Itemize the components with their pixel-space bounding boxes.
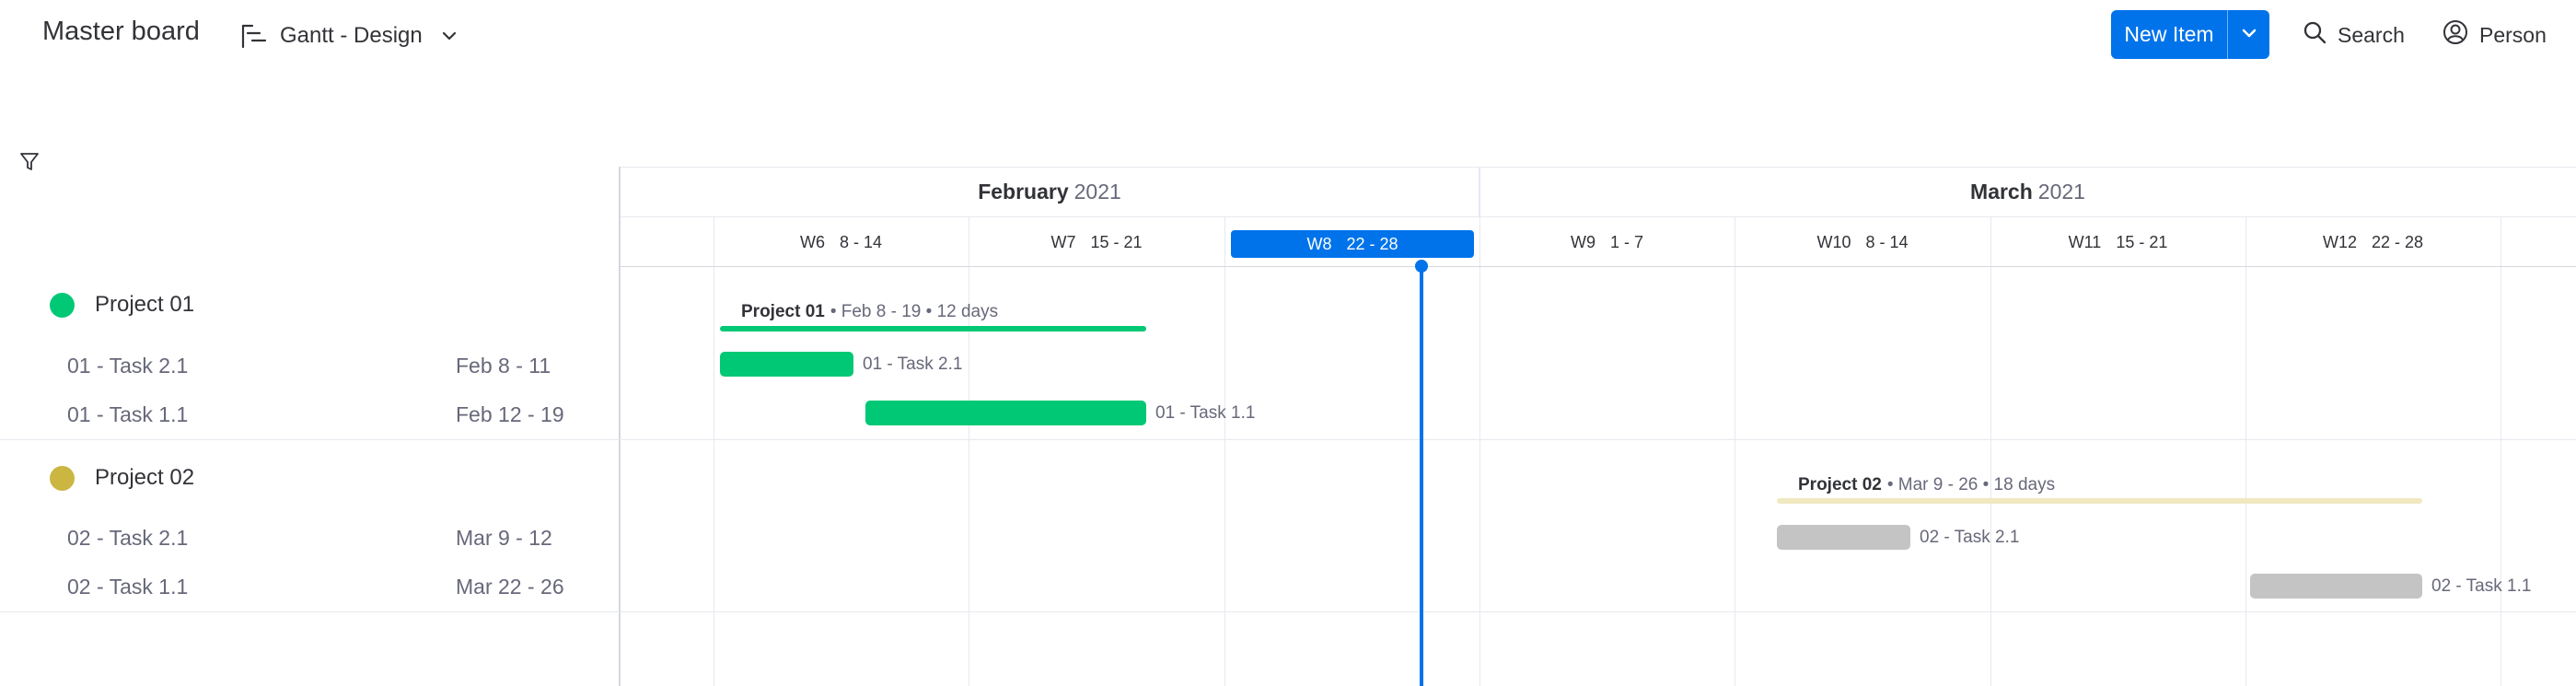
new-item-dropdown-button[interactable] bbox=[2228, 10, 2269, 59]
group-divider bbox=[0, 611, 621, 612]
month-cell: February 2021 bbox=[621, 167, 1479, 217]
chevron-down-icon[interactable] bbox=[441, 30, 458, 41]
group-divider bbox=[621, 611, 2576, 612]
task-name: 01 - Task 1.1 bbox=[67, 401, 189, 426]
view-name: Gantt - Design bbox=[280, 23, 423, 48]
week-number: W12 bbox=[2322, 232, 2357, 251]
week-range: 8 - 14 bbox=[1865, 232, 1909, 251]
week-range: 22 - 28 bbox=[1346, 234, 1398, 253]
list-item[interactable]: 02 - Task 2.1 Mar 9 - 12 bbox=[67, 522, 620, 553]
task-bar-label: 02 - Task 2.1 bbox=[1920, 527, 2020, 547]
task-name: 02 - Task 2.1 bbox=[67, 525, 189, 550]
group-divider bbox=[621, 439, 2576, 440]
week-cell: W11 15 - 21 bbox=[1990, 217, 2245, 267]
project-summary-dates: • Feb 8 - 19 • 12 days bbox=[830, 302, 999, 321]
project-summary-dates: • Mar 9 - 26 • 18 days bbox=[1886, 475, 2056, 494]
week-cell: W6 8 - 14 bbox=[714, 217, 969, 267]
week-cell: W7 15 - 21 bbox=[969, 217, 1224, 267]
list-item[interactable]: 01 - Task 1.1 Feb 12 - 19 bbox=[67, 399, 620, 430]
month-cell: March 2021 bbox=[1479, 167, 2576, 217]
week-number: W7 bbox=[1050, 232, 1076, 251]
month-year: 2021 bbox=[1073, 180, 1121, 203]
group-color-dot bbox=[50, 292, 75, 318]
project-summary-label: Project 02 • Mar 9 - 26 • 18 days bbox=[1798, 473, 2055, 497]
task-dates: Feb 12 - 19 bbox=[456, 401, 564, 426]
project-timeline-bar[interactable] bbox=[1777, 498, 2422, 504]
grid-line bbox=[1224, 217, 1225, 686]
task-bar-label: 01 - Task 2.1 bbox=[863, 354, 963, 374]
week-number: W6 bbox=[799, 232, 825, 251]
week-cell: W9 1 - 7 bbox=[1479, 217, 1735, 267]
week-range: 1 - 7 bbox=[1609, 232, 1644, 251]
project-summary-label: Project 01 • Feb 8 - 19 • 12 days bbox=[741, 300, 998, 324]
grid-line bbox=[2245, 217, 2246, 686]
today-marker-dot bbox=[1415, 260, 1428, 273]
task-bar-label: 02 - Task 1.1 bbox=[2431, 576, 2532, 596]
group-header-project-01[interactable]: Project 01 bbox=[50, 289, 194, 320]
person-icon bbox=[2443, 19, 2468, 51]
gantt-view-icon bbox=[241, 22, 267, 50]
gantt-timeline: February 2021 March 2021 W6 8 - 14 W7 15 -… bbox=[621, 167, 2576, 686]
month-name: February bbox=[978, 180, 1069, 203]
task-name: 01 - Task 2.1 bbox=[67, 353, 189, 378]
task-bar-label: 01 - Task 1.1 bbox=[1155, 402, 1256, 423]
gantt-item-list: Project 01 01 - Task 2.1 Feb 8 - 11 01 -… bbox=[0, 167, 621, 686]
group-name: Project 02 bbox=[95, 465, 195, 490]
week-cell: W12 22 - 28 bbox=[2245, 217, 2501, 267]
group-divider bbox=[0, 439, 621, 440]
week-cell-current: W8 22 - 28 bbox=[1231, 230, 1474, 258]
group-header-project-02[interactable]: Project 02 bbox=[50, 462, 194, 494]
grid-line bbox=[1990, 217, 1991, 686]
project-timeline-bar[interactable] bbox=[720, 326, 1146, 331]
person-label: Person bbox=[2479, 22, 2547, 47]
task-bar[interactable] bbox=[720, 352, 853, 377]
week-cell: W10 8 - 14 bbox=[1735, 217, 1990, 267]
today-marker-line bbox=[1420, 266, 1423, 686]
week-range: 8 - 14 bbox=[839, 232, 883, 251]
week-number: W9 bbox=[1570, 232, 1595, 251]
task-bar[interactable] bbox=[865, 401, 1146, 425]
month-header: February 2021 March 2021 bbox=[621, 167, 2576, 217]
week-number: W11 bbox=[2068, 232, 2102, 251]
group-name: Project 01 bbox=[95, 292, 195, 317]
group-color-dot bbox=[50, 465, 75, 491]
chevron-down-icon bbox=[2241, 27, 2257, 43]
person-filter-button[interactable]: Person bbox=[2443, 17, 2547, 52]
task-dates: Mar 9 - 12 bbox=[456, 525, 552, 550]
project-summary-name: Project 02 bbox=[1798, 475, 1882, 494]
task-name: 02 - Task 1.1 bbox=[67, 574, 189, 599]
list-item[interactable]: 02 - Task 1.1 Mar 22 - 26 bbox=[67, 571, 620, 602]
view-switcher[interactable]: Gantt - Design bbox=[241, 18, 458, 53]
week-range: 15 - 21 bbox=[2116, 232, 2168, 251]
project-summary-name: Project 01 bbox=[741, 302, 825, 321]
week-header: W6 8 - 14 W7 15 - 21 W8 22 - 28 W9 1 - 7 W10… bbox=[621, 217, 2576, 267]
task-dates: Mar 22 - 26 bbox=[456, 574, 564, 599]
week-cell: W bbox=[2501, 217, 2576, 267]
new-item-button[interactable]: New Item bbox=[2111, 10, 2227, 59]
task-bar[interactable] bbox=[2250, 574, 2422, 599]
board-title: Master board bbox=[42, 17, 200, 46]
week-number: W8 bbox=[1306, 234, 1332, 253]
new-item-split-button: New Item bbox=[2111, 10, 2269, 59]
task-bar[interactable] bbox=[1777, 525, 1910, 550]
list-item[interactable]: 01 - Task 2.1 Feb 8 - 11 bbox=[67, 350, 620, 381]
search-label: Search bbox=[2338, 22, 2405, 47]
search-button[interactable]: Search bbox=[2303, 17, 2405, 52]
week-range: 22 - 28 bbox=[2371, 232, 2424, 251]
week-range: 15 - 21 bbox=[1090, 232, 1143, 251]
search-icon bbox=[2303, 20, 2327, 50]
week-number: W10 bbox=[1816, 232, 1851, 251]
month-year: 2021 bbox=[2037, 180, 2085, 203]
month-name: March bbox=[1970, 180, 2033, 203]
task-dates: Feb 8 - 11 bbox=[456, 353, 551, 378]
